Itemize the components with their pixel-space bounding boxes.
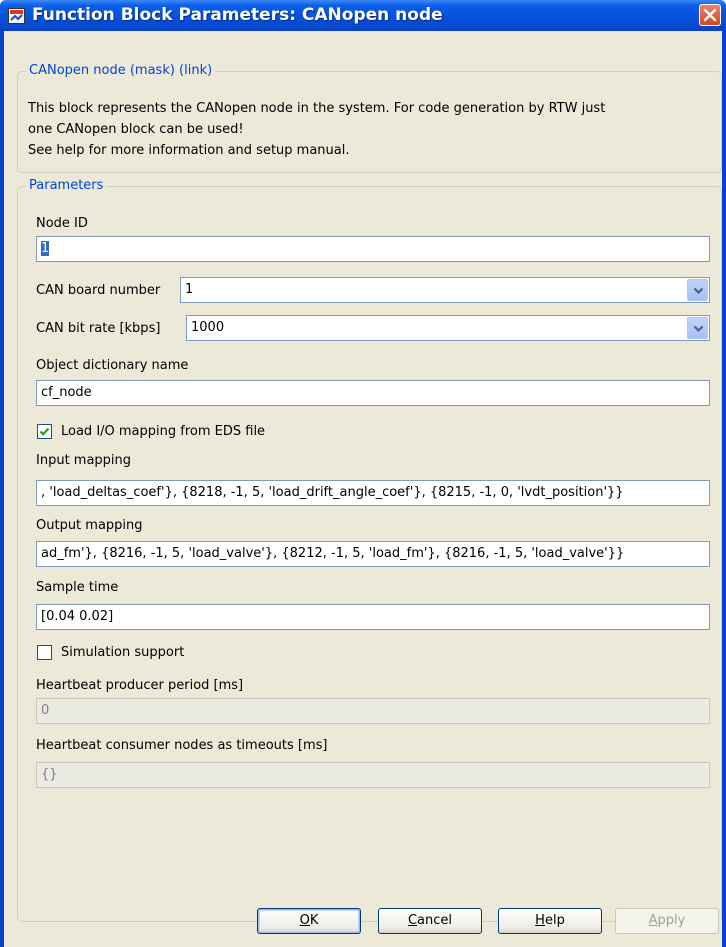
- description-line: one CANopen block can be used!: [28, 122, 244, 137]
- node-id-input[interactable]: 1: [36, 236, 710, 262]
- object-dictionary-name-input[interactable]: cf_node: [36, 380, 710, 406]
- ok-mnemonic: O: [299, 913, 310, 928]
- description-line: See help for more information and setup …: [28, 143, 350, 158]
- close-button[interactable]: [699, 4, 721, 26]
- description-line: This block represents the CANopen node i…: [28, 101, 606, 116]
- object-dictionary-name-value: cf_node: [41, 385, 92, 400]
- close-icon: [703, 8, 717, 22]
- help-mnemonic: H: [535, 913, 545, 928]
- sample-time-label: Sample time: [36, 580, 119, 595]
- checkmark-icon: [39, 427, 50, 436]
- heartbeat-producer-label: Heartbeat producer period [ms]: [36, 678, 244, 693]
- apply-button-label-rest: pply: [657, 913, 686, 928]
- cancel-button[interactable]: Cancel: [378, 908, 482, 934]
- chevron-down-icon: [693, 325, 704, 333]
- simulation-support-label[interactable]: Simulation support: [61, 645, 184, 660]
- sample-time-input[interactable]: [0.04 0.02]: [36, 604, 710, 630]
- node-id-value: 1: [41, 241, 50, 256]
- apply-mnemonic: A: [648, 913, 658, 928]
- input-mapping-label: Input mapping: [36, 453, 132, 468]
- apply-button: Apply: [615, 908, 719, 934]
- title-bar[interactable]: Function Block Parameters: CANopen node: [0, 0, 726, 31]
- help-button[interactable]: Help: [498, 908, 602, 934]
- description-group-legend: CANopen node (mask) (link): [26, 63, 216, 78]
- ok-button-label-rest: K: [309, 913, 319, 928]
- can-board-number-value: 1: [185, 282, 194, 297]
- heartbeat-consumer-label: Heartbeat consumer nodes as timeouts [ms…: [36, 738, 328, 753]
- heartbeat-consumer-input: {}: [36, 762, 710, 788]
- simulation-support-checkbox[interactable]: [37, 645, 52, 660]
- load-io-mapping-label[interactable]: Load I/O mapping from EDS file: [61, 424, 265, 439]
- ok-button[interactable]: OK: [257, 908, 361, 934]
- dialog-window: Function Block Parameters: CANopen node …: [0, 0, 726, 947]
- heartbeat-consumer-value: {}: [41, 767, 58, 782]
- can-bit-rate-select[interactable]: 1000: [186, 315, 710, 341]
- output-mapping-value: ad_fm'}, {8216, -1, 5, 'load_valve'}, {8…: [41, 546, 625, 561]
- cancel-mnemonic: C: [407, 913, 418, 928]
- can-bit-rate-value: 1000: [191, 320, 225, 335]
- window-title: Function Block Parameters: CANopen node: [32, 5, 443, 25]
- heartbeat-producer-value: 0: [41, 703, 50, 718]
- heartbeat-producer-input: 0: [36, 698, 710, 724]
- block-description: This block represents the CANopen node i…: [28, 98, 718, 161]
- dialog-client-area: CANopen node (mask) (link) This block re…: [4, 31, 722, 947]
- node-id-label: Node ID: [36, 216, 88, 231]
- can-board-number-dropdown-button[interactable]: [687, 279, 708, 301]
- output-mapping-label: Output mapping: [36, 518, 143, 533]
- parameters-group-legend: Parameters: [26, 178, 107, 193]
- output-mapping-input[interactable]: ad_fm'}, {8216, -1, 5, 'load_valve'}, {8…: [36, 541, 710, 567]
- cancel-button-label-rest: ancel: [417, 913, 453, 928]
- simulink-block-icon: [8, 8, 25, 24]
- help-button-label-rest: elp: [544, 913, 565, 928]
- can-board-number-select[interactable]: 1: [180, 277, 710, 303]
- description-group: CANopen node (mask) (link) This block re…: [17, 63, 722, 173]
- input-mapping-value: , 'load_deltas_coef'}, {8218, -1, 5, 'lo…: [41, 485, 624, 500]
- chevron-down-icon: [693, 287, 704, 295]
- can-board-number-label: CAN board number: [36, 283, 161, 298]
- sample-time-value: [0.04 0.02]: [41, 609, 114, 624]
- input-mapping-input[interactable]: , 'load_deltas_coef'}, {8218, -1, 5, 'lo…: [36, 480, 710, 506]
- load-io-mapping-checkbox[interactable]: [37, 424, 52, 439]
- can-bit-rate-label: CAN bit rate [kbps]: [36, 321, 161, 336]
- can-bit-rate-dropdown-button[interactable]: [687, 317, 708, 339]
- object-dictionary-name-label: Object dictionary name: [36, 358, 189, 373]
